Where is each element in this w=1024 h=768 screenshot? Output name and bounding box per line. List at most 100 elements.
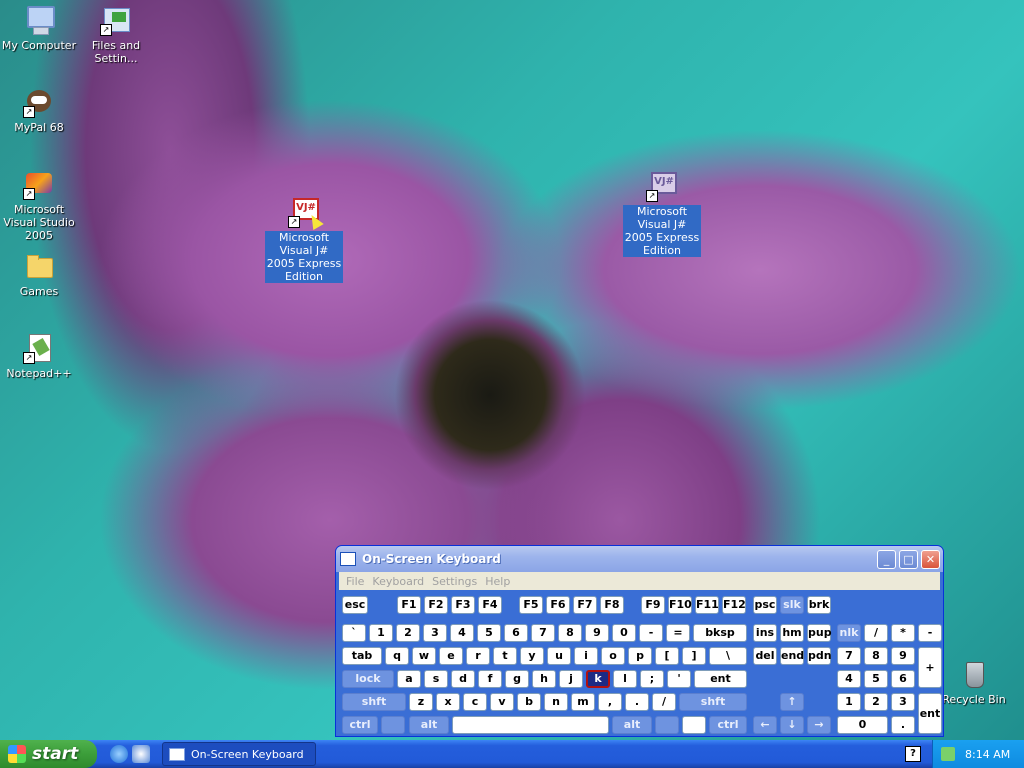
key-q-8[interactable]: i bbox=[574, 647, 598, 665]
key-bksp[interactable]: bksp bbox=[693, 624, 747, 642]
key-z-1[interactable]: z bbox=[409, 693, 433, 711]
key-np-6[interactable]: 6 bbox=[891, 670, 915, 688]
key-brk[interactable]: brk bbox=[807, 596, 831, 614]
minimize-button[interactable]: _ bbox=[877, 549, 896, 569]
key-F8[interactable]: F8 bbox=[600, 596, 624, 614]
close-button[interactable]: ✕ bbox=[921, 549, 940, 569]
menu-keyboard[interactable]: Keyboard bbox=[372, 575, 424, 588]
key-q-6[interactable]: y bbox=[520, 647, 544, 665]
key-pdn[interactable]: pdn bbox=[807, 647, 832, 665]
key-F5[interactable]: F5 bbox=[519, 596, 543, 614]
key-np-9[interactable]: 9 bbox=[891, 647, 915, 665]
key-alt-left[interactable]: alt bbox=[409, 716, 449, 734]
clock[interactable]: 8:14 AM bbox=[965, 748, 1010, 761]
key-z-9[interactable]: . bbox=[625, 693, 649, 711]
key-a-6[interactable]: h bbox=[532, 670, 556, 688]
key-np-multiply[interactable]: * bbox=[891, 624, 915, 642]
key-shift-right[interactable]: shft bbox=[679, 693, 747, 711]
key-a-4[interactable]: f bbox=[478, 670, 502, 688]
key-z-6[interactable]: n bbox=[544, 693, 568, 711]
key-q-11[interactable]: [ bbox=[655, 647, 679, 665]
key-np-plus[interactable]: + bbox=[918, 647, 942, 688]
network-icon[interactable] bbox=[941, 747, 955, 761]
key-hm[interactable]: hm bbox=[780, 624, 804, 642]
key-tab[interactable]: tab bbox=[342, 647, 382, 665]
key-np-minus[interactable]: - bbox=[918, 624, 942, 642]
key-F6[interactable]: F6 bbox=[546, 596, 570, 614]
key-np-7[interactable]: 7 bbox=[837, 647, 861, 665]
key-F3[interactable]: F3 bbox=[451, 596, 475, 614]
key-np-4[interactable]: 4 bbox=[837, 670, 861, 688]
key-q-1[interactable]: q bbox=[385, 647, 409, 665]
key-np-divide[interactable]: / bbox=[864, 624, 888, 642]
key-a-3[interactable]: d bbox=[451, 670, 475, 688]
key-z-5[interactable]: b bbox=[517, 693, 541, 711]
key-F4[interactable]: F4 bbox=[478, 596, 502, 614]
key-windows-right[interactable] bbox=[655, 716, 679, 734]
internet-explorer-icon[interactable] bbox=[110, 745, 128, 763]
key-pup[interactable]: pup bbox=[807, 624, 832, 642]
key-np-0[interactable]: 0 bbox=[837, 716, 888, 734]
desktop-icon-visual-studio[interactable]: ↗ Microsoft Visual Studio 2005 bbox=[0, 168, 78, 242]
key-q-9[interactable]: o bbox=[601, 647, 625, 665]
key-np-decimal[interactable]: . bbox=[891, 716, 915, 734]
taskbar-item-osk[interactable]: On-Screen Keyboard bbox=[162, 742, 316, 766]
desktop-icon-files-settings[interactable]: ↗ Files and Settin... bbox=[77, 4, 155, 65]
key-arrow-up[interactable]: ↑ bbox=[780, 693, 804, 711]
key-arrow-down[interactable]: ↓ bbox=[780, 716, 804, 734]
key-esc[interactable]: esc bbox=[342, 596, 368, 614]
key-np-1[interactable]: 1 bbox=[837, 693, 861, 711]
desktop-icon-mypal[interactable]: ↗ MyPal 68 bbox=[0, 86, 78, 134]
key-np-enter[interactable]: ent bbox=[918, 693, 942, 734]
show-desktop-icon[interactable] bbox=[132, 745, 150, 763]
key-num-12[interactable]: = bbox=[666, 624, 690, 642]
key-a-2[interactable]: s bbox=[424, 670, 448, 688]
key-F2[interactable]: F2 bbox=[424, 596, 448, 614]
desktop-icon-my-computer[interactable]: My Computer bbox=[0, 4, 78, 52]
key-a-10[interactable]: ; bbox=[640, 670, 664, 688]
key-psc[interactable]: psc bbox=[753, 596, 777, 614]
key-q-10[interactable]: p bbox=[628, 647, 652, 665]
desktop-icon-vjsharp-selected[interactable]: VJ# ↗ Microsoft Visual J# 2005 Express E… bbox=[265, 196, 343, 283]
key-a-8[interactable]: k bbox=[586, 670, 610, 688]
menu-file[interactable]: File bbox=[346, 575, 364, 588]
key-shift-left[interactable]: shft bbox=[342, 693, 406, 711]
key-z-2[interactable]: x bbox=[436, 693, 460, 711]
help-icon[interactable]: ? bbox=[905, 746, 921, 762]
key-num-3[interactable]: 3 bbox=[423, 624, 447, 642]
key-F1[interactable]: F1 bbox=[397, 596, 421, 614]
key-num-1[interactable]: 1 bbox=[369, 624, 393, 642]
key-a-1[interactable]: a bbox=[397, 670, 421, 688]
key-menu[interactable] bbox=[682, 716, 706, 734]
key-arrow-left[interactable]: ← bbox=[753, 716, 777, 734]
key-a-11[interactable]: ' bbox=[667, 670, 691, 688]
desktop-icon-games[interactable]: Games bbox=[0, 250, 78, 298]
key-space[interactable] bbox=[452, 716, 609, 734]
key-ctrl-left[interactable]: ctrl bbox=[342, 716, 378, 734]
key-q-12[interactable]: ] bbox=[682, 647, 706, 665]
key-a-5[interactable]: g bbox=[505, 670, 529, 688]
key-num-0[interactable]: ` bbox=[342, 624, 366, 642]
key-num-2[interactable]: 2 bbox=[396, 624, 420, 642]
start-button[interactable]: start bbox=[0, 740, 97, 768]
menu-help[interactable]: Help bbox=[485, 575, 510, 588]
key-q-4[interactable]: r bbox=[466, 647, 490, 665]
desktop-icon-recycle-bin[interactable]: Recycle Bin bbox=[935, 658, 1013, 706]
key-enter[interactable]: ent bbox=[694, 670, 747, 688]
key-np-2[interactable]: 2 bbox=[864, 693, 888, 711]
key-a-9[interactable]: l bbox=[613, 670, 637, 688]
key-F9[interactable]: F9 bbox=[641, 596, 665, 614]
key-del[interactable]: del bbox=[753, 647, 777, 665]
key-end[interactable]: end bbox=[780, 647, 804, 665]
key-num-4[interactable]: 4 bbox=[450, 624, 474, 642]
key-num-5[interactable]: 5 bbox=[477, 624, 501, 642]
key-z-3[interactable]: c bbox=[463, 693, 487, 711]
key-num-7[interactable]: 7 bbox=[531, 624, 555, 642]
key-num-8[interactable]: 8 bbox=[558, 624, 582, 642]
key-np-8[interactable]: 8 bbox=[864, 647, 888, 665]
key-z-7[interactable]: m bbox=[571, 693, 595, 711]
menu-settings[interactable]: Settings bbox=[432, 575, 477, 588]
window-titlebar[interactable]: On-Screen Keyboard _ □ ✕ bbox=[336, 546, 943, 572]
key-alt-right[interactable]: alt bbox=[612, 716, 652, 734]
key-np-3[interactable]: 3 bbox=[891, 693, 915, 711]
